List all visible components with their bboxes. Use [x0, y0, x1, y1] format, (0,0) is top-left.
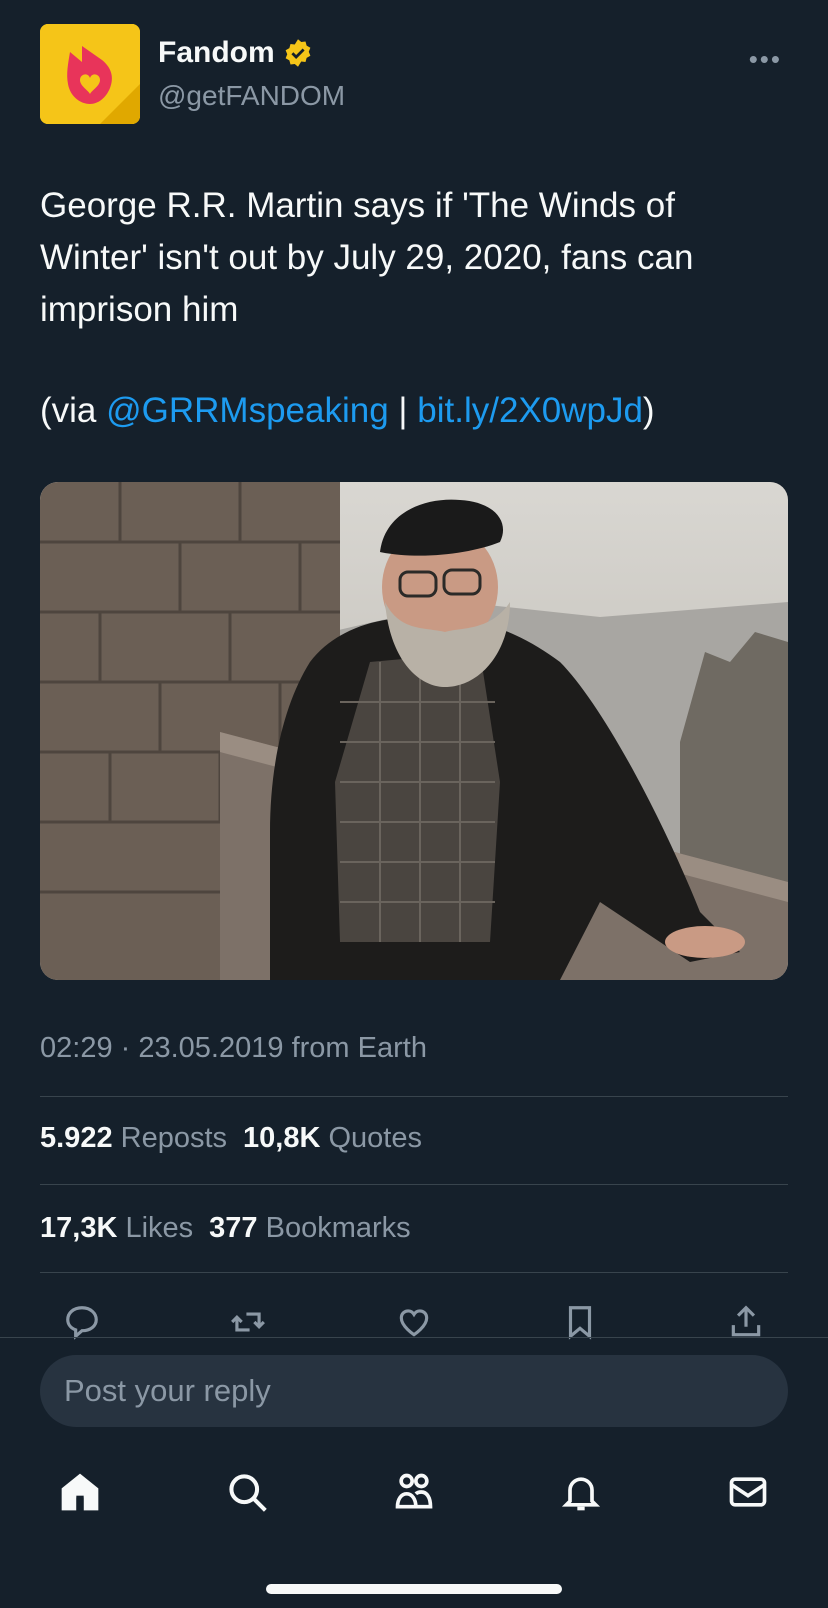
likes-count: 17,3K [40, 1212, 118, 1244]
account-name[interactable]: Fandom [158, 36, 275, 70]
url-link[interactable]: bit.ly/2X0wpJd [417, 391, 643, 430]
quotes-label: Quotes [328, 1122, 422, 1154]
stats-row-2: 17,3K Likes 377 Bookmarks [40, 1212, 411, 1245]
home-icon[interactable] [56, 1468, 104, 1516]
reposts-label: Reposts [120, 1122, 228, 1154]
tweet-via-line: (via @GRRMspeaking | bit.ly/2X0wpJd) [40, 385, 655, 437]
likes-stat[interactable]: 17,3K Likes [40, 1212, 193, 1245]
messages-icon[interactable] [724, 1468, 772, 1516]
via-suffix: ) [642, 391, 655, 430]
time: 02:29 [40, 1032, 113, 1064]
bookmarks-stat[interactable]: 377 Bookmarks [209, 1212, 411, 1245]
divider [40, 1184, 788, 1185]
tweet-timestamp[interactable]: 02:29 · 23.05.2019 from Earth [40, 1032, 427, 1065]
fandom-logo-icon [40, 24, 140, 124]
via-prefix: (via [40, 391, 107, 430]
avatar[interactable] [40, 24, 140, 124]
reposts-stat[interactable]: 5.922 Reposts [40, 1122, 227, 1155]
via-divider: | [388, 391, 418, 430]
reposts-count: 5.922 [40, 1122, 113, 1154]
date: 23.05.2019 [138, 1032, 284, 1064]
divider [40, 1272, 788, 1273]
search-icon[interactable] [223, 1468, 271, 1516]
reply-input[interactable]: Post your reply [40, 1355, 788, 1427]
tweet-header: Fandom @getFANDOM ••• [40, 24, 788, 124]
quotes-count: 10,8K [243, 1122, 321, 1154]
likes-label: Likes [125, 1212, 194, 1244]
quotes-stat[interactable]: 10,8K Quotes [243, 1122, 422, 1155]
tweet-text: George R.R. Martin says if 'The Winds of… [40, 186, 694, 329]
more-options-icon[interactable]: ••• [749, 44, 782, 75]
divider [0, 1337, 828, 1338]
meta-dot: · [112, 1032, 139, 1064]
account-handle[interactable]: @getFANDOM [158, 80, 345, 112]
reply-placeholder: Post your reply [64, 1373, 271, 1408]
source: from Earth [283, 1032, 427, 1064]
home-indicator[interactable] [266, 1584, 562, 1594]
communities-icon[interactable] [390, 1468, 438, 1516]
bottom-nav [56, 1468, 772, 1516]
stats-row-1: 5.922 Reposts 10,8K Quotes [40, 1122, 422, 1155]
notifications-icon[interactable] [557, 1468, 605, 1516]
verified-badge-icon [285, 39, 311, 67]
photo-illustration [40, 482, 788, 980]
bookmarks-label: Bookmarks [265, 1212, 411, 1244]
divider [40, 1096, 788, 1097]
bookmarks-count: 377 [209, 1212, 258, 1244]
tweet-photo[interactable] [40, 482, 788, 980]
name-row: Fandom [158, 36, 313, 70]
mention-link[interactable]: @GRRMspeaking [106, 391, 389, 430]
